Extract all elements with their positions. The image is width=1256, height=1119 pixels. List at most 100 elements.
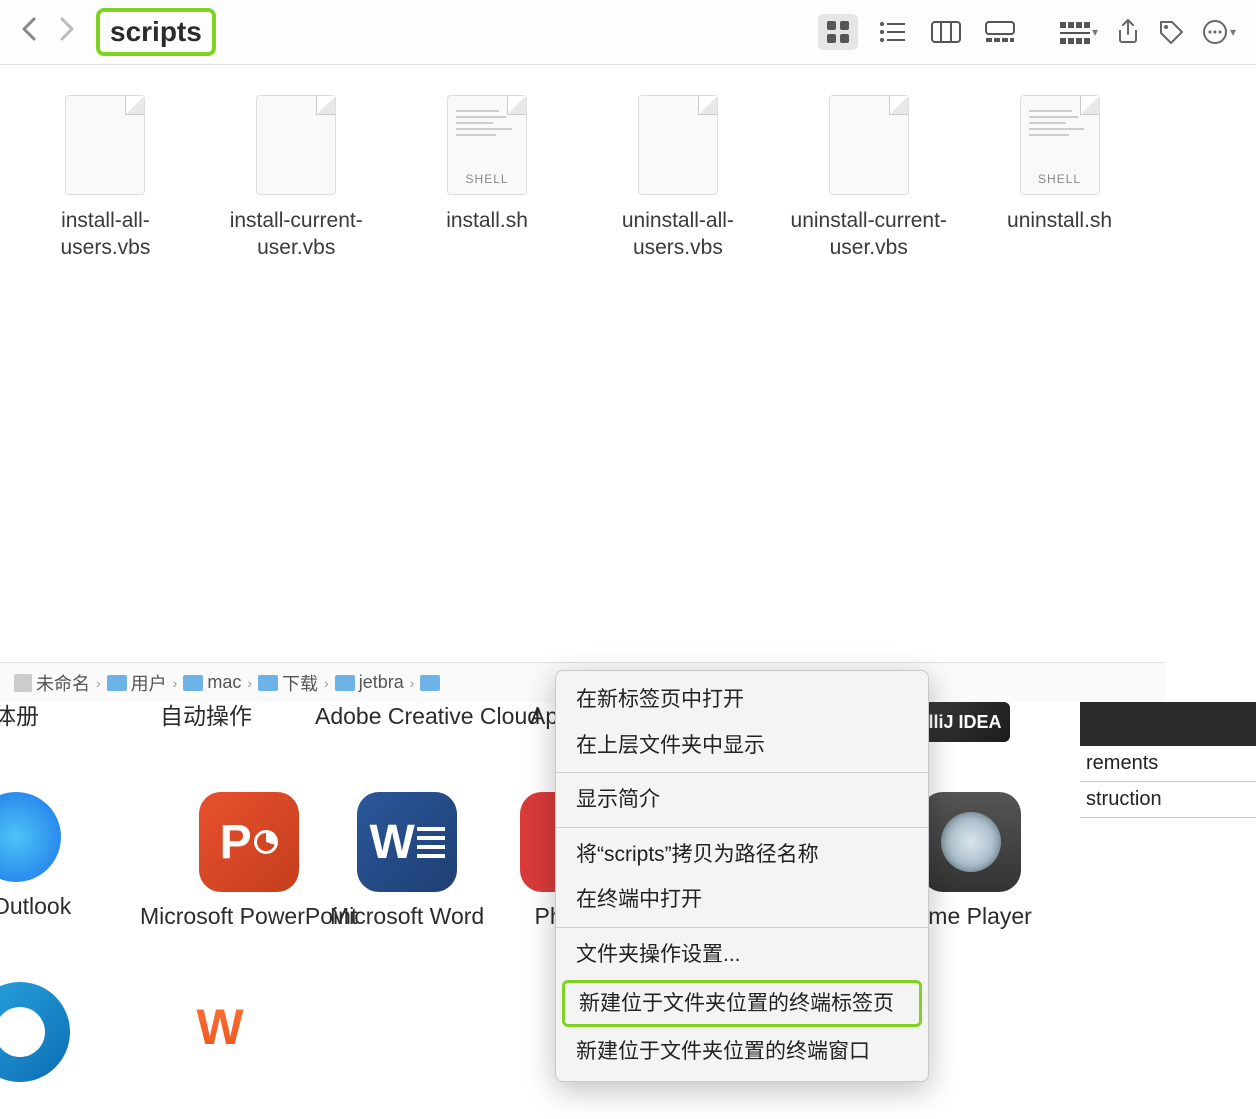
file-label: uninstall-all-users.vbs	[593, 207, 763, 262]
file-icon	[256, 95, 336, 195]
path-label: 下载	[282, 670, 318, 696]
tag-button[interactable]	[1158, 19, 1184, 45]
gallery-icon	[985, 21, 1015, 43]
side-panel-fragment: rements struction	[1080, 702, 1256, 818]
app-item-powerpoint[interactable]: P Microsoft PowerPoint	[140, 792, 357, 932]
side-panel-row[interactable]: rements	[1080, 746, 1256, 782]
dock-app-skype[interactable]	[0, 982, 70, 1082]
file-item[interactable]: install-current-user.vbs	[211, 95, 381, 262]
forward-button[interactable]	[58, 15, 76, 50]
folder-icon	[107, 675, 127, 691]
path-separator-icon: ›	[324, 675, 329, 691]
file-icon	[65, 95, 145, 195]
group-button[interactable]: ▾	[1060, 20, 1098, 44]
app-label: Ap	[530, 702, 558, 732]
list-view-button[interactable]	[872, 14, 912, 50]
menu-get-info[interactable]: 显示简介	[556, 777, 928, 823]
menu-separator	[556, 927, 928, 928]
menu-show-in-parent[interactable]: 在上层文件夹中显示	[556, 723, 928, 769]
menu-separator	[556, 827, 928, 828]
outlook-icon	[0, 792, 61, 882]
dock-app-wps[interactable]: W	[175, 987, 265, 1067]
app-item-font-book[interactable]: 字体册	[0, 702, 39, 732]
shell-file-icon: SHELL	[1020, 95, 1100, 195]
menu-folder-actions[interactable]: 文件夹操作设置...	[556, 932, 928, 978]
path-item[interactable]: mac	[183, 672, 241, 693]
menu-open-new-tab[interactable]: 在新标签页中打开	[556, 677, 928, 723]
app-label: oft Outlook	[0, 892, 71, 922]
path-label: 未命名	[36, 670, 90, 696]
file-label: uninstall-current-user.vbs	[784, 207, 954, 262]
app-label: 自动操作	[160, 702, 252, 732]
app-item-intellij[interactable]: lliJ IDEA	[920, 702, 1010, 742]
path-item[interactable]: 未命名	[14, 670, 90, 696]
app-label: Microsoft Word	[330, 902, 484, 932]
grid-icon	[825, 19, 851, 45]
tag-icon	[1158, 19, 1184, 45]
side-panel-header	[1080, 702, 1256, 746]
icon-view-button[interactable]	[818, 14, 858, 50]
view-options	[818, 14, 1020, 50]
app-item-automator[interactable]: 自动操作	[160, 702, 252, 732]
chevron-right-icon	[58, 15, 76, 43]
file-label: install-current-user.vbs	[211, 207, 381, 262]
columns-icon	[931, 21, 961, 43]
file-item[interactable]: uninstall-current-user.vbs	[784, 95, 954, 262]
intellij-icon: lliJ IDEA	[920, 702, 1010, 742]
file-item[interactable]: uninstall-all-users.vbs	[593, 95, 763, 262]
path-label: 用户	[131, 670, 167, 696]
path-label: mac	[207, 672, 241, 693]
folder-icon	[258, 675, 278, 691]
folder-icon	[183, 675, 203, 691]
file-grid: install-all-users.vbs install-current-us…	[0, 65, 1165, 292]
shell-badge: SHELL	[466, 172, 509, 186]
more-actions-button[interactable]: ▾	[1202, 19, 1236, 45]
share-button[interactable]	[1116, 18, 1140, 46]
menu-copy-path[interactable]: 将“scripts”拷贝为路径名称	[556, 832, 928, 878]
app-item-creative-cloud[interactable]: Adobe Creative Cloud	[315, 702, 540, 732]
path-item[interactable]: 用户	[107, 670, 167, 696]
app-label: Microsoft PowerPoint	[140, 902, 357, 932]
path-item[interactable]	[420, 675, 440, 691]
word-icon: W	[357, 792, 457, 892]
back-button[interactable]	[20, 15, 38, 50]
file-label: uninstall.sh	[1007, 207, 1112, 234]
folder-title[interactable]: scripts	[96, 8, 216, 56]
file-item[interactable]: SHELL uninstall.sh	[975, 95, 1145, 262]
app-item-outlook[interactable]: oft Outlook	[0, 792, 71, 922]
chevron-left-icon	[20, 15, 38, 43]
app-label: Adobe Creative Cloud	[315, 702, 540, 732]
side-panel-row[interactable]: struction	[1080, 782, 1256, 818]
app-label: 字体册	[0, 702, 39, 732]
ellipsis-circle-icon	[1202, 19, 1228, 45]
drive-icon	[14, 674, 32, 692]
file-label: install.sh	[446, 207, 528, 234]
app-item-word[interactable]: W Microsoft Word	[330, 792, 484, 932]
folder-icon	[420, 675, 440, 691]
powerpoint-icon: P	[199, 792, 299, 892]
shell-file-icon: SHELL	[447, 95, 527, 195]
path-label: jetbra	[359, 672, 404, 693]
path-separator-icon: ›	[96, 675, 101, 691]
quicktime-icon	[921, 792, 1021, 892]
menu-new-terminal-tab[interactable]: 新建位于文件夹位置的终端标签页	[562, 980, 922, 1028]
file-icon	[638, 95, 718, 195]
file-label: install-all-users.vbs	[20, 207, 190, 262]
path-separator-icon: ›	[410, 675, 415, 691]
file-item[interactable]: SHELL install.sh	[402, 95, 572, 262]
path-item[interactable]: jetbra	[335, 672, 404, 693]
share-icon	[1116, 18, 1140, 46]
context-menu: 在新标签页中打开 在上层文件夹中显示 显示简介 将“scripts”拷贝为路径名…	[555, 670, 929, 1082]
shell-badge: SHELL	[1038, 172, 1081, 186]
path-item[interactable]: 下载	[258, 670, 318, 696]
gallery-view-button[interactable]	[980, 14, 1020, 50]
list-icon	[879, 21, 905, 43]
folder-icon	[335, 675, 355, 691]
app-item-app-partial[interactable]: Ap	[530, 702, 558, 732]
column-view-button[interactable]	[926, 14, 966, 50]
chevron-down-icon: ▾	[1230, 25, 1236, 39]
menu-new-terminal-window[interactable]: 新建位于文件夹位置的终端窗口	[556, 1029, 928, 1075]
file-item[interactable]: install-all-users.vbs	[20, 95, 190, 262]
app-label: lliJ IDEA	[928, 712, 1001, 733]
menu-open-in-terminal[interactable]: 在终端中打开	[556, 877, 928, 923]
